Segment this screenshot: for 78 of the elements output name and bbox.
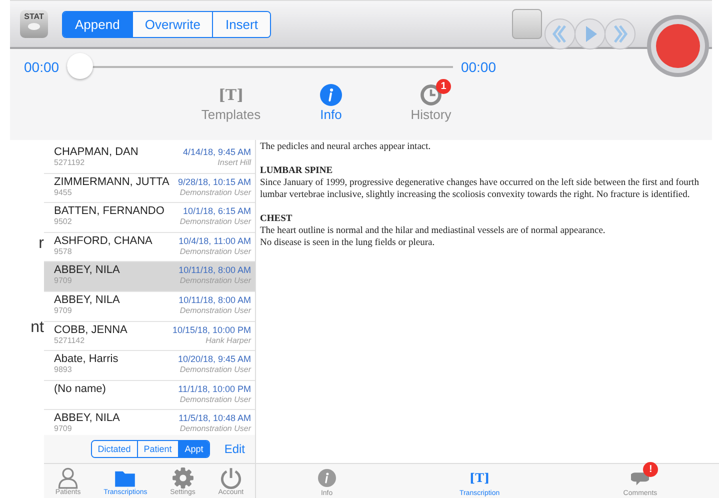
date-time: 10/4/18, 11:00 AM	[178, 236, 251, 246]
mode-tab[interactable]: Insert	[212, 12, 270, 36]
author: Demonstration User	[180, 276, 251, 286]
report-text: Since January of 1999, progressive degenerative changes have occurred on the left side between the first and fourth lumbar vertebrae inclusive, slightly increasing the scoliosis convexity towards the right. No fracture is identified.	[260, 177, 700, 201]
date-time: 10/11/18, 8:00 AM	[178, 294, 251, 305]
start-time: 00:00	[24, 59, 60, 75]
clock-icon	[420, 84, 442, 106]
notification-badge: 1	[436, 79, 451, 94]
author: Insert Hill	[218, 158, 251, 167]
record-button[interactable]	[646, 14, 710, 78]
author: Demonstration User	[180, 365, 251, 374]
section-heading: LUMBAR SPINE	[260, 165, 334, 177]
person-icon	[57, 466, 80, 488]
stop-button[interactable]	[512, 9, 542, 39]
author: Demonstration User	[180, 246, 251, 256]
author: Demonstration User	[180, 217, 251, 226]
patient-name: ASHFORD, CHANA	[54, 234, 152, 247]
info-icon	[318, 468, 336, 486]
transcription-row[interactable]: BATTEN, FERNANDO 10/1/18, 6:15 AM 9502 Demonstration User	[44, 203, 255, 233]
author: Demonstration User	[180, 424, 251, 434]
patient-name: BATTEN, FERNANDO	[54, 205, 164, 218]
patient-id: 9455	[54, 188, 72, 197]
patient-id: 9893	[54, 365, 72, 374]
report-text: The heart outline is normal and the hilar and mediastinal vessels are of normal appearance.	[260, 225, 606, 237]
date-time: 11/1/18, 10:00 PM	[178, 384, 251, 394]
author: Demonstration User	[180, 394, 251, 404]
transcription-row[interactable]: (No name) 11/1/18, 10:00 PM Demonstration User	[44, 380, 255, 410]
view-tab[interactable]: Info	[301, 83, 361, 122]
patient-name: Abate, Harris	[54, 353, 118, 366]
patient-id: 5271192	[54, 158, 85, 167]
notification-badge: !	[643, 462, 658, 476]
author: Demonstration User	[180, 306, 251, 315]
end-time: 00:00	[460, 59, 496, 75]
report-text: No disease is seen in the lung fields or pleura.	[260, 237, 436, 249]
mode-tab[interactable]: Overwrite	[132, 12, 212, 36]
report-text: The pedicles and neural arches appear intact.	[260, 141, 432, 153]
patient-name: ABBEY, NILA	[54, 412, 120, 424]
transcription-row[interactable]: COBB, JENNA 10/15/18, 10:00 PM 5271142 Hank Harper	[44, 322, 255, 352]
stat-button[interactable]: STAT	[20, 10, 48, 38]
transcription-row[interactable]: ZIMMERMANN, JUTTA 9/28/18, 10:15 AM 9455 Demonstration User	[44, 174, 255, 204]
author: Demonstration User	[180, 188, 251, 197]
fast-forward-button[interactable]	[604, 18, 636, 50]
patient-name: (No name)	[54, 382, 106, 395]
rewind-button[interactable]	[544, 18, 576, 50]
view-tab[interactable]: [T] Templates	[201, 83, 261, 122]
date-time: 10/15/18, 10:00 PM	[172, 324, 251, 335]
patient-id: 9502	[54, 217, 72, 226]
settings-icon	[172, 466, 194, 488]
info-icon	[320, 84, 342, 106]
date-time: 9/28/18, 10:15 AM	[178, 176, 251, 187]
partial-text: nt	[30, 319, 44, 337]
patient-name: ABBEY, NILA	[54, 264, 120, 276]
patient-id: 5271142	[54, 336, 85, 345]
patient-id: 9709	[54, 424, 72, 434]
date-time: 10/1/18, 6:15 AM	[182, 206, 251, 216]
power-icon	[220, 466, 242, 488]
play-button[interactable]	[574, 18, 606, 50]
patient-name: CHAPMAN, DAN	[54, 146, 138, 158]
patient-id: 9578	[54, 246, 72, 256]
date-time: 10/20/18, 9:45 AM	[178, 354, 251, 364]
partial-text: r	[38, 235, 44, 253]
date-time: 10/11/18, 8:00 AM	[178, 265, 251, 276]
transcription-row[interactable]: ABBEY, NILA 10/11/18, 8:00 AM 9709 Demonstration User	[44, 292, 255, 322]
sort-tab[interactable]: Appt	[178, 441, 210, 457]
author: Hank Harper	[206, 336, 251, 345]
section-heading: CHEST	[260, 213, 294, 225]
edit-button[interactable]: Edit	[220, 442, 249, 456]
patient-name: ABBEY, NILA	[54, 294, 120, 306]
transcription-row[interactable]: Abate, Harris 10/20/18, 9:45 AM 9893 Demonstration User	[44, 351, 255, 381]
patient-id: 9709	[54, 306, 72, 315]
patient-name: COBB, JENNA	[54, 324, 128, 336]
transcription-row[interactable]: CHAPMAN, DAN 4/14/18, 9:45 AM 5271192 Insert Hill	[44, 144, 255, 174]
patient-id: 9709	[54, 276, 72, 286]
date-time: 4/14/18, 9:45 AM	[182, 147, 251, 157]
mode-tab[interactable]: Append	[63, 12, 132, 36]
transcription-row[interactable]: ABBEY, NILA 10/11/18, 8:00 AM 9709 Demonstration User	[44, 262, 255, 292]
date-time: 11/5/18, 10:48 AM	[178, 413, 251, 424]
patient-name: ZIMMERMANN, JUTTA	[54, 176, 170, 188]
